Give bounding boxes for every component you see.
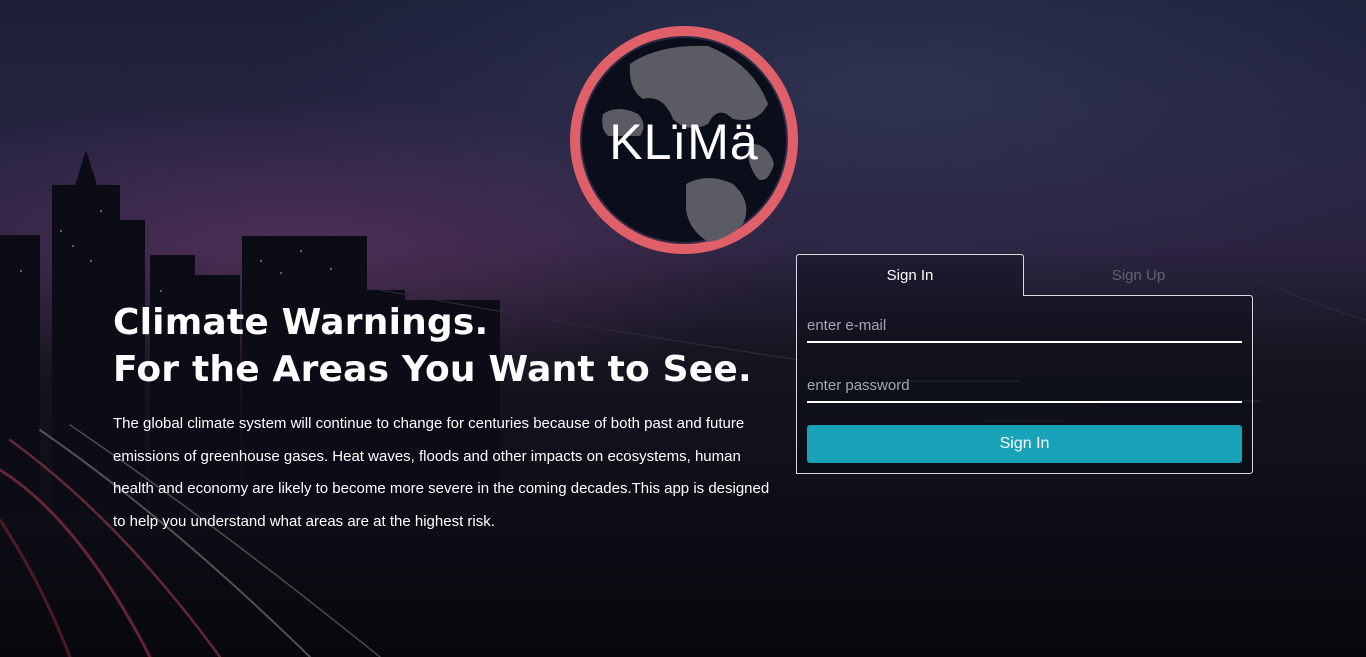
email-input[interactable] xyxy=(807,309,1242,341)
tab-sign-in[interactable]: Sign In xyxy=(796,254,1024,296)
password-input[interactable] xyxy=(807,369,1242,401)
hero-description: The global climate system will continue … xyxy=(113,415,770,530)
email-field xyxy=(807,309,1242,343)
auth-panel: Sign In Sign Up Sign In xyxy=(796,254,1253,474)
hero-title: Climate Warnings. For the Areas You Want… xyxy=(113,299,753,393)
tab-sign-up[interactable]: Sign Up xyxy=(1024,254,1253,296)
hero-title-line-2: For the Areas You Want to See. xyxy=(113,349,752,390)
hero-title-line-1: Climate Warnings. xyxy=(113,302,489,343)
klima-logo: KLïMä xyxy=(570,26,798,254)
password-field xyxy=(807,369,1242,403)
sign-in-button[interactable]: Sign In xyxy=(807,425,1242,463)
logo-text: KLïMä xyxy=(609,114,759,170)
